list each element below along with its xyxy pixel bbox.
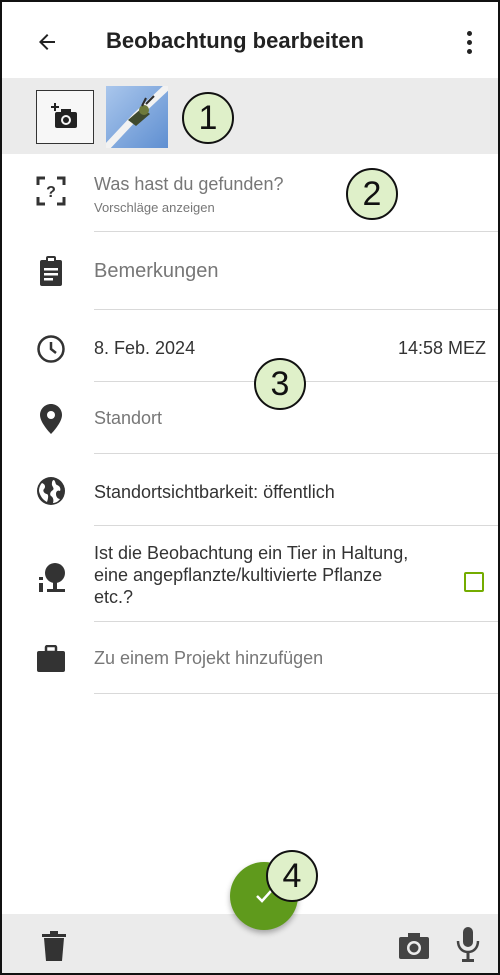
observation-photo-thumbnail[interactable]: [106, 86, 168, 148]
suggestions-link[interactable]: Vorschläge anzeigen: [94, 200, 215, 215]
top-app-bar: Beobachtung bearbeiten: [2, 2, 498, 80]
globe-icon: [34, 474, 68, 508]
svg-text:?: ?: [46, 184, 56, 201]
app-screen: Beobachtung bearbeiten 1 ? Was hast du g…: [0, 0, 500, 975]
trash-icon[interactable]: [42, 930, 66, 962]
datetime-row[interactable]: 8. Feb. 2024 14:58 MEZ: [2, 310, 498, 382]
add-photo-icon: [51, 103, 77, 128]
briefcase-icon: [34, 642, 68, 676]
captive-question-line-2: eine angepflanzte/kultivierte Pflanze: [94, 565, 383, 585]
identification-row[interactable]: ? Was hast du gefunden? Vorschläge anzei…: [2, 154, 498, 232]
add-photo-button[interactable]: [36, 90, 94, 144]
date-value[interactable]: 8. Feb. 2024: [94, 338, 195, 359]
captive-checkbox[interactable]: [464, 572, 484, 592]
geoprivacy-row[interactable]: Standortsichtbarkeit: öffentlich: [2, 454, 498, 526]
more-vertical-icon[interactable]: [454, 27, 484, 57]
location-pin-icon: [34, 402, 68, 436]
captive-tree-icon: [34, 560, 68, 594]
notes-field[interactable]: Bemerkungen: [94, 260, 219, 283]
geoprivacy-label: Standortsichtbarkeit: öffentlich: [94, 482, 335, 502]
identification-title: Was hast du gefunden?: [94, 174, 284, 194]
divider: [94, 693, 498, 694]
notes-row[interactable]: Bemerkungen: [2, 232, 498, 310]
clipboard-icon: [34, 254, 68, 288]
callout-1: 1: [182, 92, 234, 144]
add-to-project-link[interactable]: Zu einem Projekt hinzufügen: [94, 648, 323, 669]
page-title: Beobachtung bearbeiten: [106, 28, 364, 53]
arrow-left-icon[interactable]: [32, 27, 62, 57]
captive-question: Ist die Beobachtung ein Tier in Haltung,…: [94, 542, 408, 608]
clock-icon: [34, 332, 68, 366]
unknown-taxon-icon: ?: [34, 174, 68, 208]
captive-row[interactable]: Ist die Beobachtung ein Tier in Haltung,…: [2, 526, 498, 622]
callout-2: 2: [346, 168, 398, 220]
project-row[interactable]: Zu einem Projekt hinzufügen: [2, 622, 498, 694]
callout-4: 4: [266, 850, 318, 902]
microphone-icon[interactable]: [454, 926, 482, 964]
captive-question-line-3: etc.?: [94, 587, 134, 607]
captive-question-line-1: Ist die Beobachtung ein Tier in Haltung,: [94, 543, 409, 563]
location-row[interactable]: Standort: [2, 382, 498, 454]
time-value[interactable]: 14:58 MEZ: [398, 338, 486, 359]
camera-icon[interactable]: [398, 932, 430, 960]
location-field[interactable]: Standort: [94, 408, 162, 429]
